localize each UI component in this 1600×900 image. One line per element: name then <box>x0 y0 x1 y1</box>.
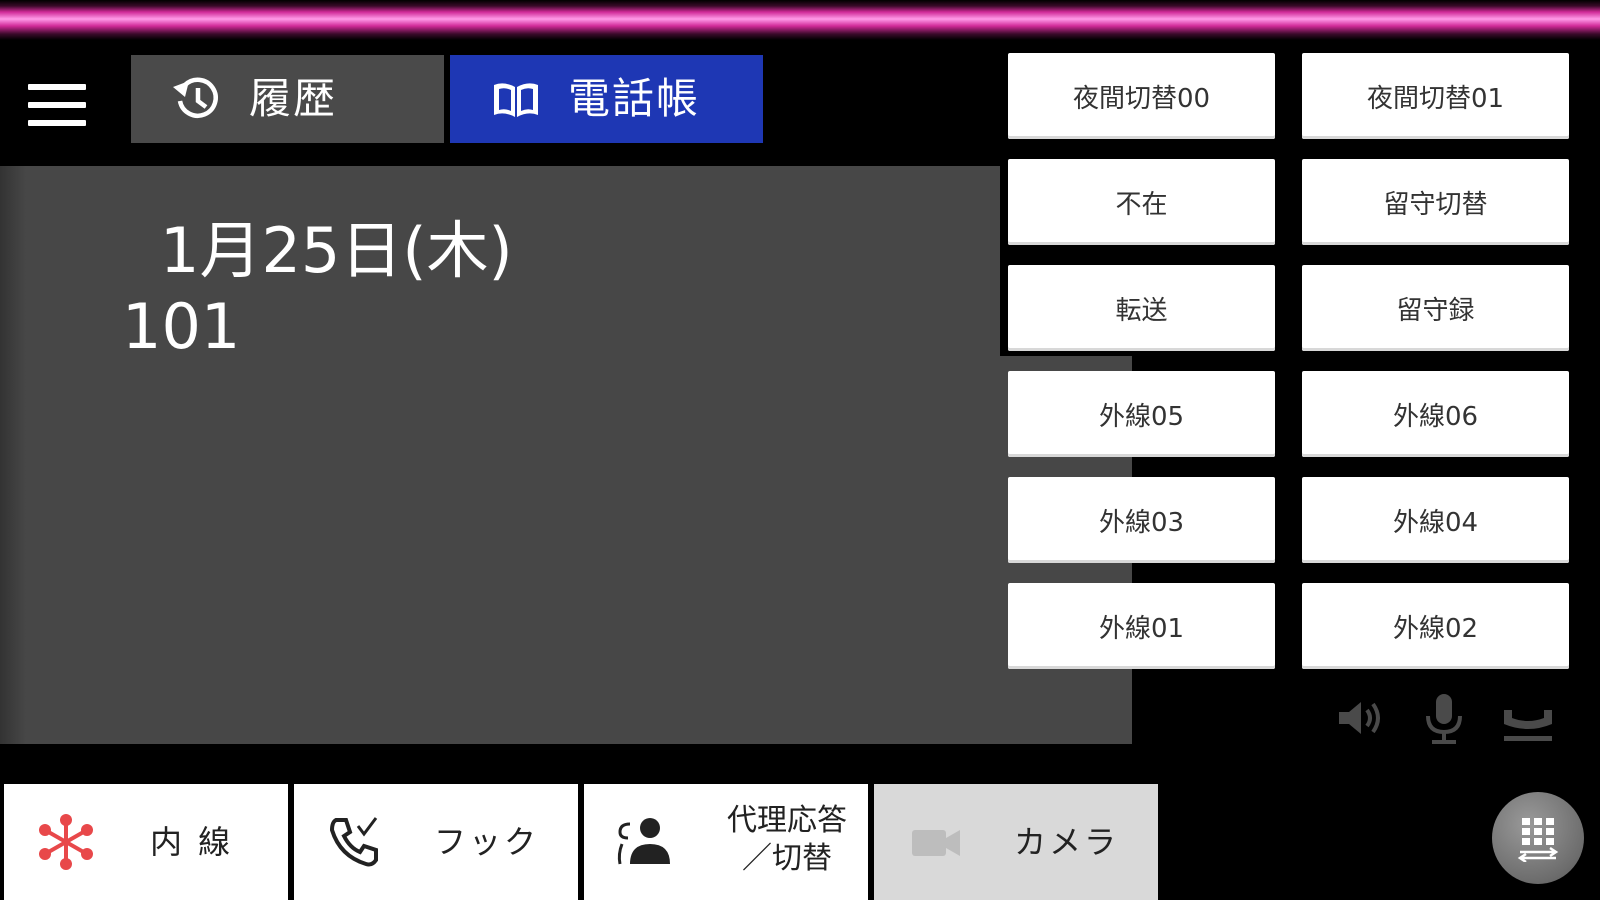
fk-outside-line-06[interactable]: 外線06 <box>1302 371 1569 457</box>
fk-night-switch-01[interactable]: 夜間切替01 <box>1302 53 1569 139</box>
intercom-label: 内 線 <box>150 823 234 861</box>
fk-outside-line-02[interactable]: 外線02 <box>1302 583 1569 669</box>
extension-number: 101 <box>122 290 241 363</box>
intercom-button[interactable]: 内 線 <box>4 784 288 900</box>
hook-label: フック <box>434 823 540 861</box>
date-display: 1月25日(木) <box>160 214 513 287</box>
dialpad-icon <box>1517 818 1559 862</box>
proxy-person-icon <box>617 818 670 865</box>
camera-icon <box>912 830 960 856</box>
fk-outside-line-04[interactable]: 外線04 <box>1302 477 1569 563</box>
hook-button[interactable]: フック <box>294 784 578 900</box>
proxy-answer-button[interactable]: 代理応答 ／切替 <box>584 784 868 900</box>
fk-absent[interactable]: 不在 <box>1008 159 1275 245</box>
fk-answering-record[interactable]: 留守録 <box>1302 265 1569 351</box>
speaker-icon <box>1339 702 1380 734</box>
tab-history[interactable]: 履歴 <box>131 55 444 143</box>
fk-answering-switch[interactable]: 留守切替 <box>1302 159 1569 245</box>
fk-transfer[interactable]: 転送 <box>1008 265 1275 351</box>
status-strip <box>0 0 1600 40</box>
fk-outside-line-05[interactable]: 外線05 <box>1008 371 1275 457</box>
history-icon <box>173 77 218 118</box>
camera-label: カメラ <box>1014 823 1120 861</box>
menu-icon <box>28 84 86 90</box>
tab-history-label: 履歴 <box>249 74 338 123</box>
tab-phonebook-label: 電話帳 <box>568 74 701 123</box>
fk-outside-line-01[interactable]: 外線01 <box>1008 583 1275 669</box>
microphone-icon <box>1426 694 1462 744</box>
menu-button[interactable] <box>28 84 86 128</box>
fk-night-switch-00[interactable]: 夜間切替00 <box>1008 53 1275 139</box>
handset-icon <box>1504 710 1552 741</box>
dialpad-button[interactable] <box>1492 792 1584 884</box>
hook-phone-icon <box>329 817 378 867</box>
fk-outside-line-03[interactable]: 外線03 <box>1008 477 1275 563</box>
phonebook-icon <box>494 83 538 117</box>
proxy-answer-label: 代理応答 ／切替 <box>727 803 847 876</box>
intercom-icon <box>39 814 93 870</box>
tab-phonebook[interactable]: 電話帳 <box>450 55 763 143</box>
camera-button[interactable]: カメラ <box>874 784 1158 900</box>
